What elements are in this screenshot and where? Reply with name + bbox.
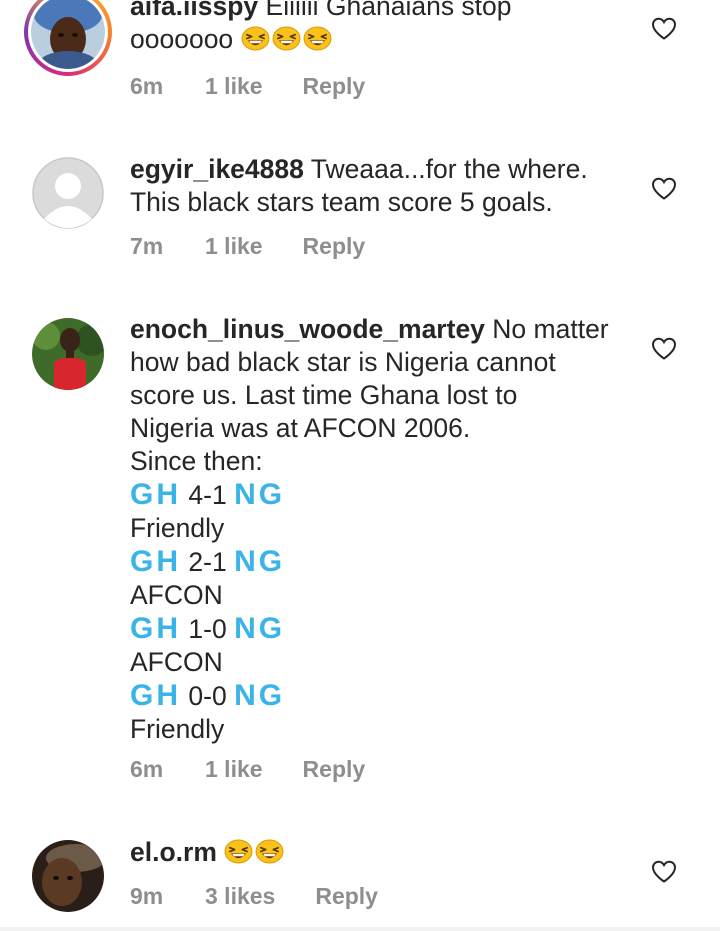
comment-text: Since then: xyxy=(130,446,263,476)
grinning-squinting-face-icon xyxy=(224,839,253,864)
bottom-divider xyxy=(0,927,720,931)
reply-button[interactable]: Reply xyxy=(303,232,366,260)
comment-username[interactable]: el.o.rm xyxy=(130,837,217,867)
comment-text: ooooooo xyxy=(130,24,234,54)
comment-time: 9m xyxy=(130,883,164,909)
match-result: GH 4-1 NG xyxy=(130,478,620,512)
match-result: GH 1-0 NG xyxy=(130,612,620,646)
grinning-squinting-face-icon xyxy=(303,26,332,51)
comment-text: No matter xyxy=(492,314,609,344)
comment-time: 6m xyxy=(130,756,164,782)
like-heart-icon[interactable] xyxy=(651,17,677,41)
person-photo-dark-icon xyxy=(32,840,104,912)
avatar[interactable] xyxy=(32,318,104,390)
ghana-flag-letters: GH xyxy=(130,612,181,645)
comment-likes[interactable]: 3 likes xyxy=(205,882,275,910)
comment-likes[interactable]: 1 like xyxy=(205,232,263,260)
nigeria-flag-letters: NG xyxy=(234,478,286,511)
match-result: GH 2-1 NG xyxy=(130,545,620,579)
ghana-flag-letters: GH xyxy=(130,679,181,712)
reply-button[interactable]: Reply xyxy=(315,882,378,910)
comment-username[interactable]: aifa.iisspy xyxy=(130,0,258,21)
comment-username[interactable]: egyir_ike4888 xyxy=(130,154,304,184)
comment-text: Tweaaa...for the where. xyxy=(310,154,588,184)
nigeria-flag-letters: NG xyxy=(234,679,286,712)
match-score: 0-0 xyxy=(188,681,227,711)
avatar[interactable] xyxy=(32,840,104,912)
nigeria-flag-letters: NG xyxy=(234,612,286,645)
match-type: Friendly xyxy=(130,513,225,543)
comment-username[interactable]: enoch_linus_woode_martey xyxy=(130,314,485,344)
match-type: Friendly xyxy=(130,714,225,744)
like-heart-icon[interactable] xyxy=(651,860,677,884)
comment-time: 6m xyxy=(130,73,164,99)
comment-time: 7m xyxy=(130,233,164,259)
comment-text: score us. Last time Ghana lost to xyxy=(130,380,518,410)
comment-likes[interactable]: 1 like xyxy=(205,755,263,783)
grinning-squinting-face-icon xyxy=(272,26,301,51)
comment-text: how bad black star is Nigeria cannot xyxy=(130,347,556,377)
match-score: 2-1 xyxy=(188,547,227,577)
match-type: AFCON xyxy=(130,580,223,610)
match-result: GH 0-0 NG xyxy=(130,679,620,713)
like-heart-icon[interactable] xyxy=(651,337,677,361)
match-score: 1-0 xyxy=(188,614,227,644)
person-photo-red-shirt-icon xyxy=(32,318,104,390)
ghana-flag-letters: GH xyxy=(130,478,181,511)
grinning-squinting-face-icon xyxy=(241,26,270,51)
comment-text: Eiiiiii Ghanaians stop xyxy=(265,0,512,21)
comment-text: This black stars team score 5 goals. xyxy=(130,187,553,217)
avatar[interactable] xyxy=(24,0,112,76)
reply-button[interactable]: Reply xyxy=(303,72,366,100)
comment-likes[interactable]: 1 like xyxy=(205,72,263,100)
ghana-flag-letters: GH xyxy=(130,545,181,578)
avatar[interactable] xyxy=(32,157,104,229)
nigeria-flag-letters: NG xyxy=(234,545,286,578)
like-heart-icon[interactable] xyxy=(651,177,677,201)
match-score: 4-1 xyxy=(188,480,227,510)
grinning-squinting-face-icon xyxy=(255,839,284,864)
default-avatar-icon xyxy=(32,157,104,229)
comment-text: Nigeria was at AFCON 2006. xyxy=(130,413,471,443)
match-type: AFCON xyxy=(130,647,223,677)
reply-button[interactable]: Reply xyxy=(303,755,366,783)
